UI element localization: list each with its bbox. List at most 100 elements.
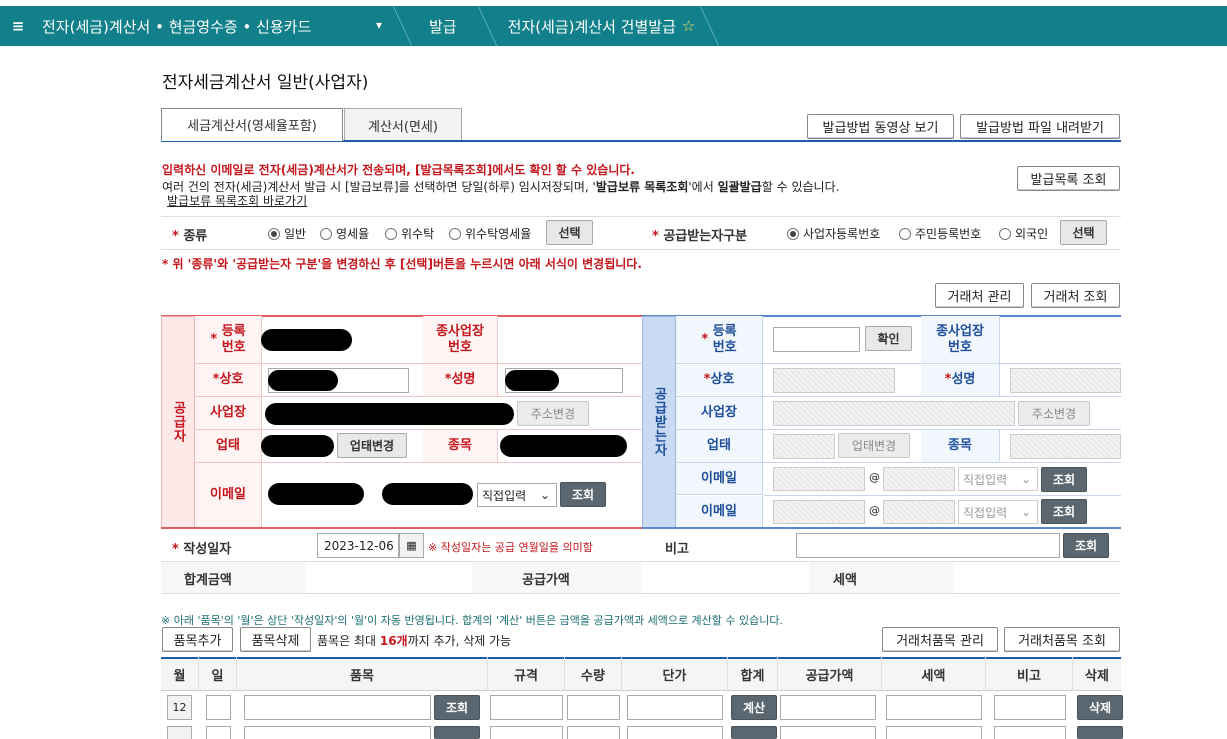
receiver-email1-domain-select[interactable]: 직접입력 ⌄ — [958, 467, 1038, 491]
receiver-ceo-input[interactable] — [1010, 368, 1121, 393]
supplier-address-change-button[interactable]: 주소변경 — [517, 401, 589, 426]
date-input[interactable]: 2023-12-06 — [317, 533, 399, 558]
receiver-email2-domain-input[interactable] — [883, 500, 955, 524]
item-col-name: 품목 — [237, 657, 488, 691]
kind-radio-zero-rate[interactable]: 영세율 — [320, 225, 369, 242]
item-remark-input[interactable] — [994, 695, 1066, 720]
row-line — [763, 462, 1121, 463]
redacted-name — [268, 370, 338, 391]
receiver-ceo-label: * 성명 — [921, 364, 1000, 397]
partner-lookup-button[interactable]: 거래처 조회 — [1031, 283, 1120, 308]
how-to-video-button[interactable]: 발급방법 동영상 보기 — [807, 114, 954, 139]
kind-select-button[interactable]: 선택 — [546, 220, 593, 245]
item-lookup-button[interactable] — [434, 726, 480, 739]
tab-invoice-exempt[interactable]: 계산서(면세) — [344, 108, 462, 141]
main-menu-dropdown[interactable]: 전자(세금)계산서 • 현금영수증 • 신용카드 ▾ — [36, 6, 396, 46]
supplier-email-domain-select[interactable]: 직접입력 ⌄ — [477, 483, 557, 507]
how-to-file-download-button[interactable]: 발급방법 파일 내려받기 — [960, 114, 1120, 139]
item-day-input[interactable] — [206, 695, 231, 720]
supplier-email-lookup-button[interactable]: 조회 — [560, 482, 606, 507]
item-remark-input[interactable] — [994, 726, 1066, 739]
item-calc-button[interactable] — [731, 726, 777, 739]
receiver-email2-domain-select[interactable]: 직접입력 ⌄ — [958, 500, 1038, 524]
item-unit-price-input[interactable] — [627, 726, 723, 739]
item-tax-input[interactable] — [886, 695, 982, 720]
item-col-total: 합계 — [728, 657, 778, 691]
tab-tax-invoice[interactable]: 세금계산서(영세율포함) — [161, 108, 343, 141]
receiver-email1-id-input[interactable] — [773, 467, 865, 491]
item-lookup-button[interactable]: 조회 — [434, 695, 480, 720]
receiver-radio-business-no[interactable]: 사업자등록번호 — [787, 225, 880, 242]
radio-icon — [320, 227, 332, 240]
receiver-email1-lookup-button[interactable]: 조회 — [1041, 467, 1087, 492]
kind-label: * 종류 — [172, 229, 208, 244]
item-delete-row-button[interactable] — [1077, 726, 1123, 739]
supplier-biz-change-button[interactable]: 업태변경 — [337, 433, 407, 458]
item-col-qty: 수량 — [565, 657, 622, 691]
supplier-item-label: 종목 — [423, 430, 498, 463]
receiver-item-label: 종목 — [921, 430, 1000, 463]
item-calc-button[interactable]: 계산 — [731, 695, 777, 720]
item-day-input[interactable] — [206, 726, 231, 739]
favorite-star-icon[interactable]: ☆ — [682, 17, 695, 35]
receiver-address-change-button[interactable]: 주소변경 — [1018, 401, 1090, 426]
radio-icon — [899, 227, 911, 240]
row-line — [763, 396, 1121, 397]
redacted-email-id — [268, 483, 364, 505]
remark-input[interactable] — [796, 533, 1060, 558]
tax-amount-label: 세액 — [833, 573, 857, 588]
remark-lookup-button[interactable]: 조회 — [1063, 533, 1109, 558]
receiver-confirm-button[interactable]: 확인 — [865, 326, 912, 351]
partner-manage-button[interactable]: 거래처 관리 — [935, 283, 1024, 308]
partner-item-manage-button[interactable]: 거래처품목 관리 — [882, 627, 998, 652]
row-line — [262, 462, 642, 463]
item-supply-input[interactable] — [780, 695, 876, 720]
total-amount-label: 합계금액 — [184, 573, 232, 588]
redacted-item — [500, 435, 627, 457]
receiver-reg-no-input[interactable] — [773, 327, 860, 352]
item-spec-input[interactable] — [490, 726, 563, 739]
item-qty-input[interactable] — [567, 726, 620, 739]
receiver-type-select-button[interactable]: 선택 — [1060, 220, 1107, 245]
receiver-email1-domain-input[interactable] — [883, 467, 955, 491]
receiver-radio-foreigner[interactable]: 외국인 — [999, 225, 1048, 242]
receiver-name-input[interactable] — [773, 368, 895, 393]
receiver-email2-id-input[interactable] — [773, 500, 865, 524]
kind-radio-consign-zero[interactable]: 위수탁영세율 — [449, 225, 531, 242]
partner-item-lookup-button[interactable]: 거래처품목 조회 — [1004, 627, 1120, 652]
item-qty-input[interactable] — [567, 695, 620, 720]
item-add-button[interactable]: 품목추가 — [162, 627, 233, 652]
item-spec-input[interactable] — [490, 695, 563, 720]
kind-radio-consign[interactable]: 위수탁 — [385, 225, 434, 242]
item-unit-price-input[interactable] — [627, 695, 723, 720]
breadcrumb-issue[interactable]: 발급 — [409, 6, 481, 46]
hamburger-menu-icon[interactable]: ≡ — [0, 17, 36, 35]
receiver-item-input[interactable] — [1010, 434, 1121, 459]
receiver-biz-type-input[interactable] — [773, 434, 835, 459]
item-tax-input[interactable] — [886, 726, 982, 739]
change-notice: * 위 '종류'와 '공급받는자 구분'을 변경하신 후 [선택]버튼을 누르시… — [162, 257, 642, 271]
supply-amount-label: 공급가액 — [522, 573, 570, 588]
calendar-icon[interactable]: ▦ — [399, 533, 424, 558]
item-delete-button[interactable]: 품목삭제 — [240, 627, 311, 652]
receiver-address-input[interactable] — [773, 401, 1015, 426]
issue-list-lookup-button[interactable]: 발급목록 조회 — [1017, 166, 1120, 191]
receiver-email2-label: 이메일 — [676, 496, 763, 528]
item-name-input[interactable] — [244, 726, 431, 739]
item-month-input[interactable]: 12 — [167, 695, 192, 720]
supplier-email-label: 이메일 — [195, 463, 262, 528]
receiver-biz-change-button[interactable]: 업태변경 — [838, 433, 910, 458]
supplier-biz-type-label: 업태 — [195, 430, 262, 463]
item-supply-input[interactable] — [780, 726, 876, 739]
kind-radio-normal[interactable]: 일반 — [268, 225, 306, 242]
top-navigation-bar: ≡ 전자(세금)계산서 • 현금영수증 • 신용카드 ▾ 발급 전자(세금)계산… — [0, 6, 1227, 46]
receiver-biz-type-label: 업태 — [676, 430, 763, 463]
item-name-input[interactable] — [244, 695, 431, 720]
item-month-input[interactable] — [167, 726, 192, 739]
at-sign: @ — [869, 504, 880, 517]
item-col-remark: 비고 — [986, 657, 1073, 691]
receiver-radio-resident-no[interactable]: 주민등록번호 — [899, 225, 981, 242]
hold-list-link[interactable]: 발급보류 목록조회 바로가기 — [167, 192, 307, 209]
receiver-email2-lookup-button[interactable]: 조회 — [1041, 499, 1087, 524]
item-delete-row-button[interactable]: 삭제 — [1077, 695, 1123, 720]
